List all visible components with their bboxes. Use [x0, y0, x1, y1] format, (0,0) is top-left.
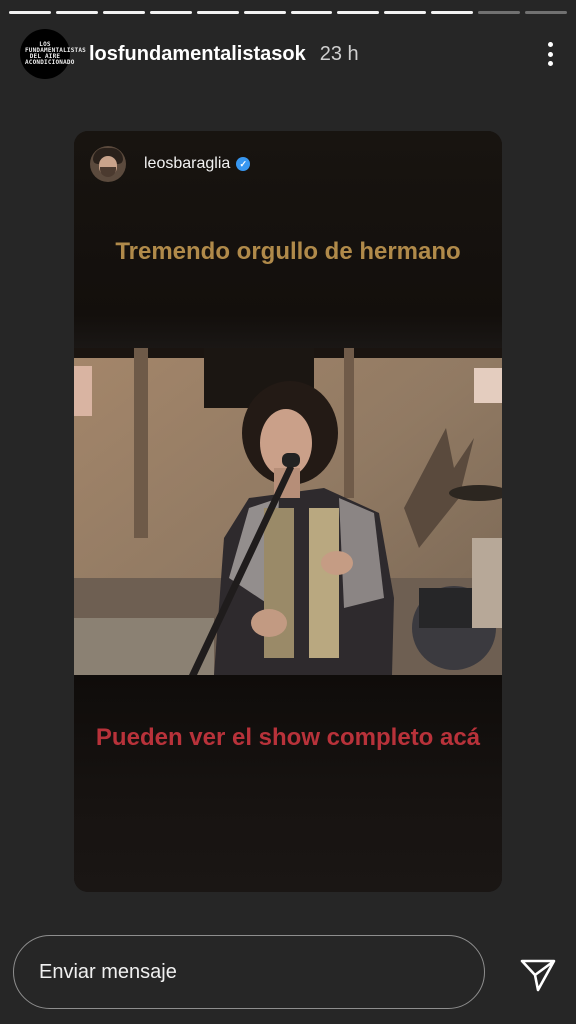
- repost-username[interactable]: leosbaraglia: [144, 155, 230, 173]
- story-timestamp: 23 h: [319, 42, 359, 65]
- progress-segment-current: [431, 11, 474, 14]
- shared-story-card[interactable]: leosbaraglia ✓ Tremendo orgullo de herma…: [74, 131, 502, 892]
- progress-segment: [243, 11, 286, 14]
- progress-segment: [149, 11, 192, 14]
- message-input[interactable]: Enviar mensaje: [13, 935, 485, 1009]
- story-username[interactable]: losfundamentalistasok: [89, 43, 306, 66]
- caption-top: Tremendo orgullo de hermano: [115, 238, 461, 265]
- more-vertical-icon[interactable]: [544, 40, 556, 68]
- progress-segment: [337, 11, 380, 14]
- progress-segment: [478, 11, 521, 14]
- caption-bottom-link[interactable]: Pueden ver el show completo acá: [74, 720, 502, 755]
- progress-segment: [290, 11, 333, 14]
- paper-plane-icon[interactable]: [518, 954, 558, 994]
- concert-video-frame[interactable]: [74, 348, 502, 675]
- repost-avatar[interactable]: [90, 146, 126, 182]
- progress-segment: [196, 11, 239, 14]
- progress-segment: [9, 11, 51, 14]
- verified-badge-icon: ✓: [236, 157, 251, 171]
- progress-segment: [384, 11, 427, 14]
- message-input-placeholder: Enviar mensaje: [39, 960, 177, 983]
- profile-avatar[interactable]: LOS FUNDAMENTALISTAS DEL AIRE ACONDICION…: [20, 29, 86, 79]
- progress-segment: [525, 11, 568, 14]
- concert-performer-image: [74, 348, 502, 675]
- progress-segment: [55, 11, 98, 14]
- repost-attribution[interactable]: leosbaraglia ✓: [90, 146, 251, 182]
- story-progress-bar: [9, 11, 568, 14]
- progress-segment: [102, 11, 145, 14]
- story-header: LOS FUNDAMENTALISTAS DEL AIRE ACONDICION…: [20, 28, 556, 80]
- avatar-logo-text: LOS FUNDAMENTALISTAS DEL AIRE ACONDICION…: [25, 41, 86, 66]
- card-bottom-panel: [74, 675, 502, 892]
